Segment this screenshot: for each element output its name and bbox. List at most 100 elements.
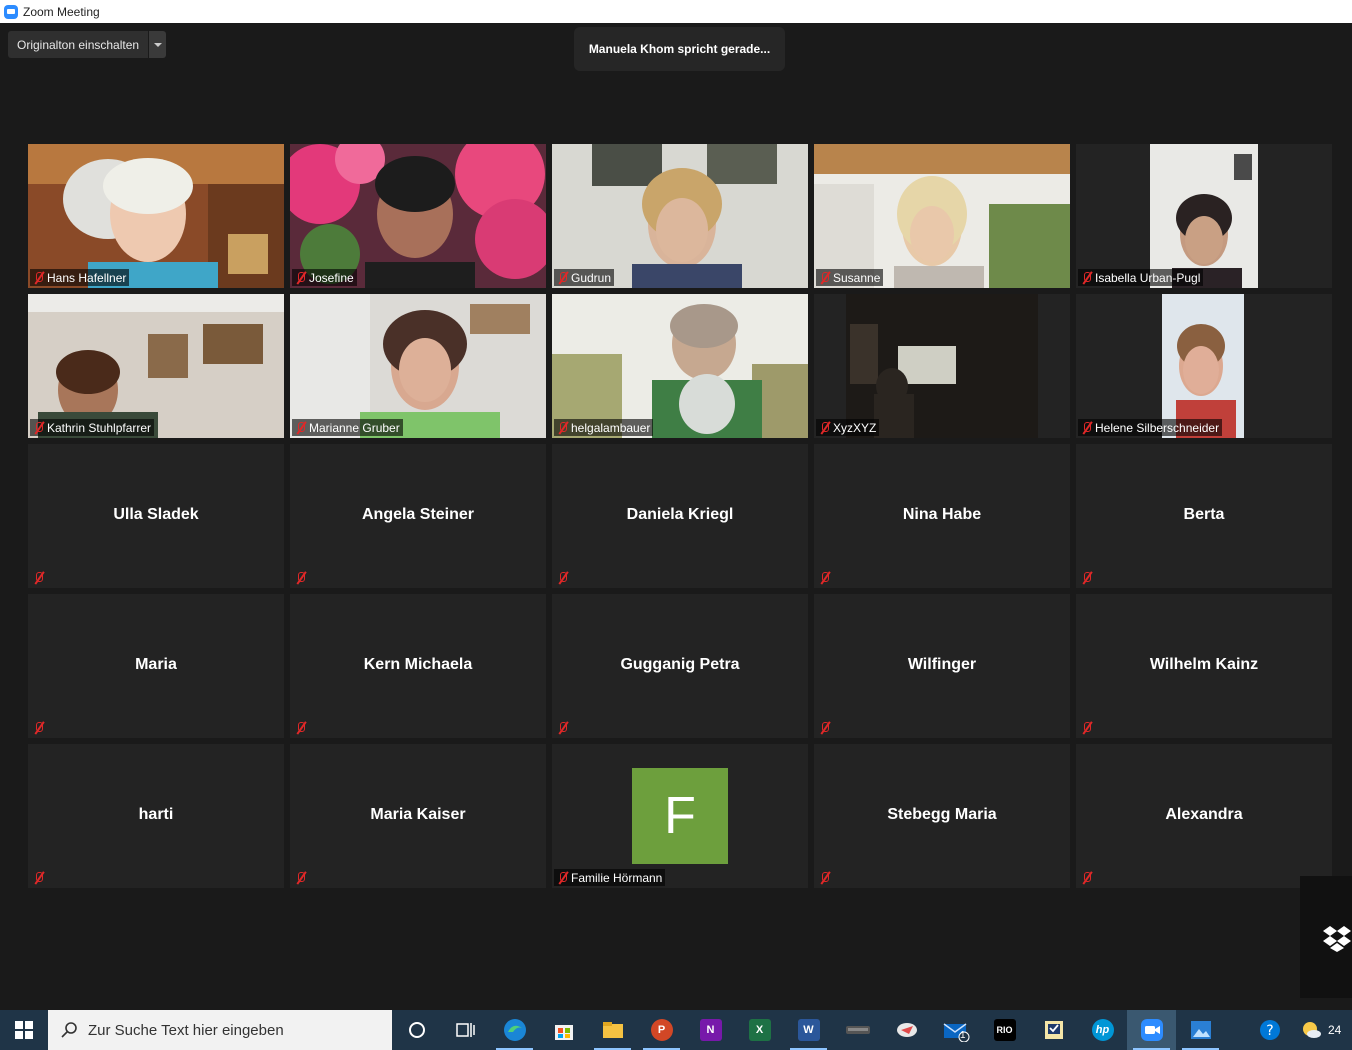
participant-tile[interactable]: Maria (28, 594, 284, 738)
taskbar-app-onenote[interactable]: N (686, 1010, 735, 1050)
participant-name: Daniela Kriegl (626, 506, 734, 523)
participant-tile[interactable]: Berta (1076, 444, 1332, 588)
weather-sun-icon (1303, 1022, 1321, 1038)
zoom-icon (1140, 1019, 1163, 1041)
participant-tile[interactable]: Alexandra (1076, 744, 1332, 888)
muted-mic-icon (818, 871, 830, 884)
participant-tile[interactable]: Susanne (814, 144, 1070, 288)
participant-tile[interactable]: Helene Silberschneider (1076, 294, 1332, 438)
store-icon (554, 1025, 573, 1040)
mail-badge: 1 (960, 1030, 966, 1041)
muted-mic-icon (32, 721, 44, 734)
taskbar-app-edge[interactable] (490, 1010, 539, 1050)
cortana-button[interactable] (392, 1010, 441, 1050)
muted-mic-icon (1080, 271, 1092, 284)
folder-icon (602, 1022, 623, 1038)
tray-weather[interactable]: 24 (1300, 1019, 1341, 1041)
dropbox-icon (1323, 926, 1351, 952)
participant-tile[interactable]: Isabella Urban-Pugl (1076, 144, 1332, 288)
participant-name: Kern Michaela (363, 656, 473, 673)
participant-tile[interactable]: Maria Kaiser (290, 744, 546, 888)
edge-icon (503, 1019, 526, 1041)
participant-tile[interactable]: Gudrun (552, 144, 808, 288)
video-feed (552, 294, 808, 438)
participant-tile[interactable]: Kathrin Stuhlpfarrer (28, 294, 284, 438)
participant-tile[interactable]: Daniela Kriegl (552, 444, 808, 588)
taskbar-app-hp[interactable]: hp (1078, 1010, 1127, 1050)
muted-mic-icon (294, 721, 306, 734)
taskbar-app-rio[interactable]: RIO (980, 1010, 1029, 1050)
taskbar-app-mail[interactable]: 1 (931, 1010, 980, 1050)
original-audio-control: Originalton einschalten (8, 31, 167, 58)
zoom-logo-icon (4, 4, 18, 19)
window-title: Zoom Meeting (23, 4, 100, 19)
video-feed (1076, 294, 1332, 438)
taskbar-app-excel[interactable]: X (735, 1010, 784, 1050)
participant-tile[interactable]: Angela Steiner (290, 444, 546, 588)
participant-tile[interactable]: Wilhelm Kainz (1076, 594, 1332, 738)
taskbar-app-explorer[interactable] (588, 1010, 637, 1050)
participant-tile[interactable]: Hans Hafellner (28, 144, 284, 288)
participant-tile[interactable]: Ulla Sladek (28, 444, 284, 588)
participant-name-tag: Gudrun (554, 269, 615, 286)
participant-tile[interactable]: F Familie Hörmann (552, 744, 808, 888)
taskbar-app-store[interactable] (539, 1010, 588, 1050)
start-button[interactable] (0, 1010, 48, 1050)
participant-tile[interactable]: Josefine (290, 144, 546, 288)
taskbar-app-notes[interactable] (1029, 1010, 1078, 1050)
participant-name: Wilfinger (907, 656, 977, 673)
video-feed (814, 294, 1070, 438)
original-audio-button[interactable]: Originalton einschalten (8, 31, 149, 58)
participant-tile[interactable]: helgalambauer (552, 294, 808, 438)
participant-name: Angela Steiner (361, 506, 475, 523)
muted-mic-icon (556, 571, 568, 584)
video-feed (1076, 144, 1332, 288)
muted-mic-icon (1080, 421, 1092, 434)
muted-mic-icon (556, 721, 568, 734)
taskbar-app-word[interactable]: W (784, 1010, 833, 1050)
participant-name-tag: Kathrin Stuhlpfarrer (30, 419, 155, 436)
participant-name: Nina Habe (902, 506, 982, 523)
onenote-icon: N (699, 1019, 722, 1041)
participant-name-tag: Josefine (292, 269, 357, 286)
participant-tile[interactable]: XyzXYZ (814, 294, 1070, 438)
participant-name-tag: XyzXYZ (816, 419, 880, 436)
participant-tile[interactable]: Wilfinger (814, 594, 1070, 738)
task-view-icon (455, 1023, 475, 1037)
muted-mic-icon (294, 871, 306, 884)
original-audio-dropdown[interactable] (148, 31, 167, 58)
avatar: F (632, 768, 728, 864)
taskbar-app-snipping[interactable] (882, 1010, 931, 1050)
participant-name-tag: Susanne (816, 269, 884, 286)
taskbar-app-scanner[interactable] (833, 1010, 882, 1050)
taskbar-app-powerpoint[interactable]: P (637, 1010, 686, 1050)
windows-logo-icon (15, 1021, 33, 1039)
participant-tile[interactable]: Stebegg Maria (814, 744, 1070, 888)
participant-name-tag: Hans Hafellner (30, 269, 130, 286)
photos-icon (1190, 1021, 1211, 1039)
task-view-button[interactable] (441, 1010, 490, 1050)
participant-tile[interactable]: Kern Michaela (290, 594, 546, 738)
participant-tile[interactable]: Gugganig Petra (552, 594, 808, 738)
video-feed (290, 144, 546, 288)
taskbar-app-zoom[interactable] (1127, 1010, 1176, 1050)
participant-tile[interactable]: Marianne Gruber (290, 294, 546, 438)
tray-help-button[interactable]: ? (1245, 1010, 1294, 1050)
snipping-icon (896, 1023, 917, 1037)
muted-mic-icon (32, 571, 44, 584)
help-icon: ? (1259, 1020, 1280, 1040)
participant-tile[interactable]: harti (28, 744, 284, 888)
participant-name-tag: Familie Hörmann (554, 869, 666, 886)
participant-name-tag: Marianne Gruber (292, 419, 403, 436)
participant-tile[interactable]: Nina Habe (814, 444, 1070, 588)
participant-name: harti (138, 806, 174, 823)
powerpoint-icon: P (650, 1019, 673, 1041)
dropbox-panel[interactable] (1300, 876, 1352, 998)
muted-mic-icon (1080, 871, 1092, 884)
taskbar-search-box[interactable]: Zur Suche Text hier eingeben (48, 1010, 392, 1050)
muted-mic-icon (556, 871, 568, 884)
participant-name: Wilhelm Kainz (1149, 656, 1259, 673)
word-icon: W (797, 1019, 820, 1041)
chevron-down-icon (153, 42, 162, 47)
taskbar-app-photos[interactable] (1176, 1010, 1225, 1050)
